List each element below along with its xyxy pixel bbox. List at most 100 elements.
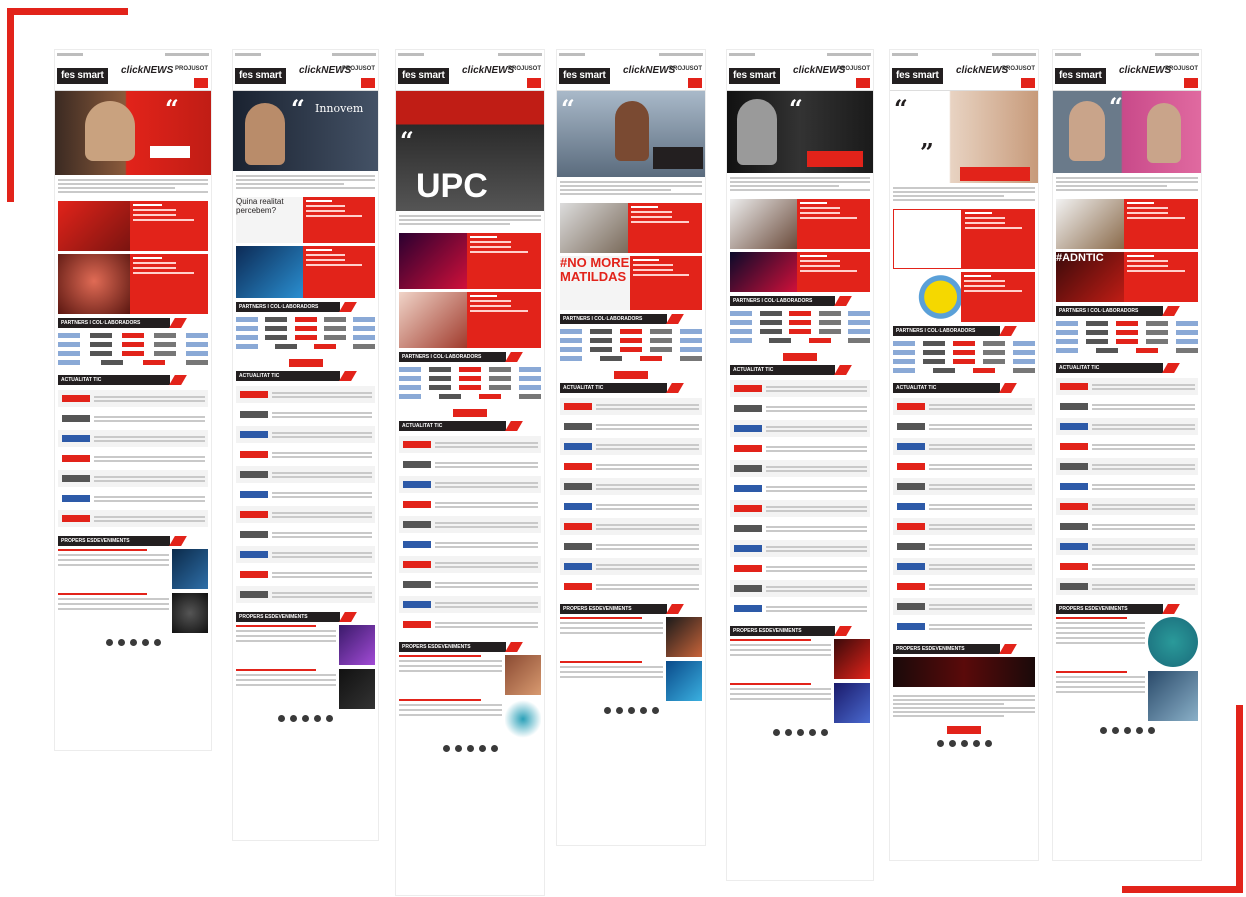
feature-row[interactable] <box>399 292 541 348</box>
news-list[interactable] <box>557 396 705 600</box>
more-button[interactable] <box>614 371 648 379</box>
social-icon[interactable] <box>290 715 297 722</box>
news-item[interactable] <box>58 410 208 427</box>
social-icons[interactable] <box>557 707 705 714</box>
social-icon[interactable] <box>972 740 980 747</box>
more-button[interactable] <box>783 353 817 361</box>
news-item[interactable] <box>236 446 375 463</box>
social-icons[interactable] <box>727 729 873 736</box>
social-icon[interactable] <box>1123 727 1131 734</box>
news-item[interactable] <box>560 438 702 455</box>
news-item[interactable] <box>399 616 541 633</box>
news-item[interactable] <box>730 420 870 437</box>
news-item[interactable] <box>893 598 1035 615</box>
news-item[interactable] <box>236 386 375 403</box>
feature-row[interactable] <box>58 201 208 251</box>
news-item[interactable] <box>560 498 702 515</box>
hero-image[interactable]: “ <box>55 91 211 175</box>
social-icon[interactable] <box>326 715 333 722</box>
more-button[interactable] <box>453 409 487 417</box>
news-item[interactable] <box>893 578 1035 595</box>
news-item[interactable] <box>399 516 541 533</box>
news-item[interactable] <box>730 460 870 477</box>
hero-image[interactable]: “ <box>727 91 873 173</box>
news-item[interactable] <box>58 510 208 527</box>
social-icon[interactable] <box>105 639 113 646</box>
newsletter-issue-6[interactable]: fes smart clickNEWS PROJUSOT “ ” PARTNER… <box>890 50 1038 860</box>
social-icon[interactable] <box>117 639 125 646</box>
news-item[interactable] <box>893 498 1035 515</box>
feature-row[interactable] <box>730 199 870 249</box>
event-item[interactable] <box>560 661 702 701</box>
social-icon[interactable] <box>1111 727 1119 734</box>
news-item[interactable] <box>1056 518 1198 535</box>
feature-row[interactable]: #NO MORE MATILDAS <box>560 256 702 310</box>
social-icon[interactable] <box>603 707 611 714</box>
newsletter-issue-4[interactable]: fes smart clickNEWS PROJUSOT “ #NO MORE … <box>557 50 705 845</box>
news-item[interactable] <box>236 526 375 543</box>
social-icon[interactable] <box>1135 727 1143 734</box>
partner-logos[interactable] <box>396 365 544 405</box>
news-item[interactable] <box>1056 438 1198 455</box>
news-item[interactable] <box>893 538 1035 555</box>
news-item[interactable] <box>58 470 208 487</box>
feature-row[interactable] <box>893 272 1035 322</box>
news-item[interactable] <box>893 458 1035 475</box>
feature-row[interactable]: Quina realitat percebem? <box>236 197 375 243</box>
news-item[interactable] <box>1056 378 1198 395</box>
event-item[interactable] <box>399 699 541 739</box>
social-icons[interactable] <box>233 715 378 722</box>
social-icons[interactable] <box>1053 727 1201 734</box>
news-item[interactable] <box>399 556 541 573</box>
news-item[interactable] <box>560 418 702 435</box>
news-item[interactable] <box>399 436 541 453</box>
social-icon[interactable] <box>796 729 804 736</box>
news-item[interactable] <box>58 430 208 447</box>
social-icon[interactable] <box>960 740 968 747</box>
news-item[interactable] <box>58 450 208 467</box>
social-icon[interactable] <box>984 740 992 747</box>
news-item[interactable] <box>236 566 375 583</box>
partner-logos[interactable] <box>233 315 378 355</box>
feature-row[interactable] <box>893 209 1035 269</box>
news-item[interactable] <box>893 518 1035 535</box>
news-list[interactable] <box>727 378 873 622</box>
news-item[interactable] <box>399 496 541 513</box>
social-icon[interactable] <box>478 745 486 752</box>
event-item[interactable] <box>58 549 208 589</box>
news-item[interactable] <box>1056 558 1198 575</box>
social-icons[interactable] <box>55 639 211 646</box>
social-icon[interactable] <box>948 740 956 747</box>
social-icon[interactable] <box>639 707 647 714</box>
news-item[interactable] <box>730 560 870 577</box>
event-item[interactable] <box>1056 617 1198 667</box>
news-item[interactable] <box>399 456 541 473</box>
news-item[interactable] <box>730 400 870 417</box>
news-item[interactable] <box>1056 578 1198 595</box>
social-icon[interactable] <box>936 740 944 747</box>
newsletter-issue-2[interactable]: fes smart clickNEWS PROJUSOT “ Innovem Q… <box>233 50 378 840</box>
partner-logos[interactable] <box>727 309 873 349</box>
news-item[interactable] <box>893 618 1035 635</box>
social-icon[interactable] <box>278 715 285 722</box>
hero-image[interactable]: “ UPC <box>396 91 544 211</box>
news-item[interactable] <box>399 476 541 493</box>
event-item[interactable] <box>730 683 870 723</box>
social-icon[interactable] <box>314 715 321 722</box>
news-item[interactable] <box>1056 398 1198 415</box>
newsletter-issue-7[interactable]: fes smart clickNEWS PROJUSOT “ #ADNTIC P… <box>1053 50 1201 860</box>
event-item[interactable] <box>893 657 1035 687</box>
news-item[interactable] <box>730 540 870 557</box>
news-item[interactable] <box>893 558 1035 575</box>
news-item[interactable] <box>560 458 702 475</box>
social-icon[interactable] <box>442 745 450 752</box>
news-item[interactable] <box>893 438 1035 455</box>
partner-logos[interactable] <box>557 327 705 367</box>
news-item[interactable] <box>730 440 870 457</box>
newsletter-issue-3[interactable]: fes smart clickNEWS PROJUSOT “ UPC PARTN… <box>396 50 544 895</box>
news-item[interactable] <box>730 380 870 397</box>
social-icon[interactable] <box>772 729 780 736</box>
more-button[interactable] <box>947 726 981 734</box>
news-item[interactable] <box>730 520 870 537</box>
news-item[interactable] <box>58 390 208 407</box>
